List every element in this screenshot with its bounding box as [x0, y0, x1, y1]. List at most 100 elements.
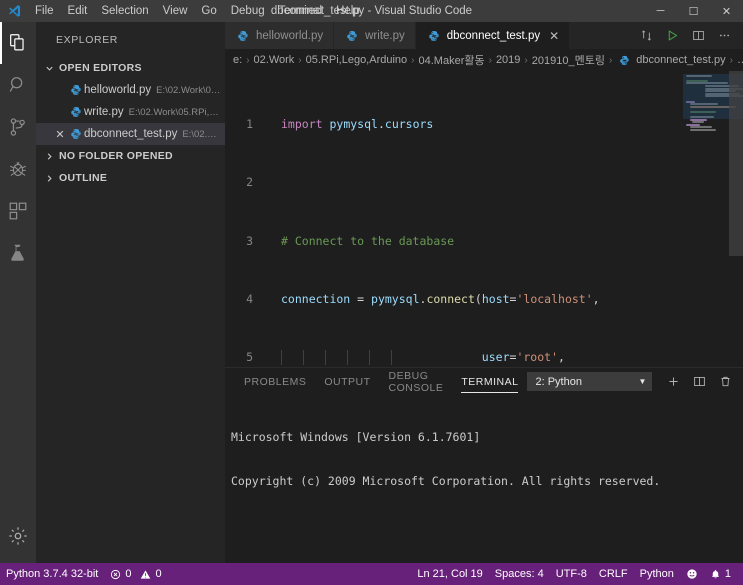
smiley-icon — [686, 568, 698, 580]
status-feedback[interactable] — [680, 563, 704, 585]
section-outline[interactable]: OUTLINE — [36, 167, 225, 189]
close-window-button[interactable]: ✕ — [710, 0, 743, 22]
menu-debug[interactable]: Debug — [224, 0, 272, 22]
python-file-icon — [235, 30, 251, 42]
activity-source-control-icon[interactable] — [0, 106, 36, 148]
panel-actions: 2: Python ▼ — [527, 368, 743, 395]
window-controls[interactable]: ─ ☐ ✕ — [644, 0, 743, 22]
activity-debug-bug-icon[interactable] — [0, 148, 36, 190]
terminal-line: Microsoft Windows [Version 6.1.7601] — [231, 430, 481, 444]
breadcrumb-item[interactable]: 04.Maker활동 — [419, 52, 485, 68]
status-indentation[interactable]: Spaces: 4 — [489, 563, 550, 585]
status-python-version[interactable]: Python 3.7.4 32-bit — [0, 563, 104, 585]
code-line: 5 user='root', — [225, 350, 683, 365]
code-line: 2 — [225, 175, 683, 190]
code-line: 3 # Connect to the database — [225, 234, 683, 249]
code-editor[interactable]: 1 import pymysql.cursors 2 3 # Connect t… — [225, 71, 743, 367]
list-item[interactable]: ✕ dbconnect_test.py E:\02.Work\05…. — [36, 123, 225, 145]
breadcrumb-separator: › — [488, 54, 492, 66]
line-content: user='root', — [273, 350, 565, 365]
line-number: 1 — [246, 116, 253, 131]
split-editor-icon[interactable] — [685, 22, 711, 49]
title-bar: File Edit Selection View Go Debug Termin… — [0, 0, 743, 22]
trash-kill-icon[interactable] — [712, 368, 738, 395]
breadcrumb-item[interactable]: 02.Work — [254, 54, 295, 66]
menu-edit[interactable]: Edit — [61, 0, 95, 22]
menu-view[interactable]: View — [156, 0, 195, 22]
breadcrumb-item[interactable]: 05.RPi,Lego,Arduino — [306, 54, 408, 66]
section-open-editors[interactable]: OPEN EDITORS — [36, 57, 225, 79]
open-editor-name: dbconnect_test.py — [84, 128, 178, 140]
more-actions-icon[interactable] — [711, 22, 737, 49]
breadcrumb-item[interactable]: 201910_멘토링 — [532, 52, 605, 68]
maximize-button[interactable]: ☐ — [677, 0, 710, 22]
close-icon[interactable]: ✕ — [549, 29, 559, 43]
line-content: import pymysql.cursors — [281, 116, 434, 131]
chevron-right-icon — [44, 173, 55, 184]
breadcrumb[interactable]: e: › 02.Work › 05.RPi,Lego,Arduino › 04.… — [225, 49, 743, 71]
tab-helloworld[interactable]: helloworld.py — [225, 22, 335, 49]
chevron-down-icon — [44, 63, 55, 74]
status-encoding[interactable]: UTF-8 — [550, 563, 593, 585]
activity-extensions-icon[interactable] — [0, 190, 36, 232]
list-item[interactable]: helloworld.py E:\02.Work\05.RPi,Le… — [36, 79, 225, 101]
tab-label: dbconnect_test.py — [446, 29, 541, 42]
section-no-folder-label: NO FOLDER OPENED — [59, 150, 173, 162]
menu-selection[interactable]: Selection — [94, 0, 155, 22]
tab-dbconnect-test[interactable]: dbconnect_test.py ✕ — [415, 22, 571, 49]
line-number: 3 — [246, 233, 253, 248]
editor-vertical-scrollbar[interactable] — [729, 71, 743, 367]
status-eol[interactable]: CRLF — [593, 563, 634, 585]
split-sync-icon[interactable] — [633, 22, 659, 49]
python-file-icon — [68, 106, 84, 118]
status-cursor-position[interactable]: Ln 21, Col 19 — [411, 563, 488, 585]
tab-debug-console[interactable]: DEBUG CONSOLE — [380, 368, 453, 395]
tab-write[interactable]: write.py — [334, 22, 416, 49]
new-terminal-plus-icon[interactable] — [660, 368, 686, 395]
menu-go[interactable]: Go — [194, 0, 223, 22]
activity-search-icon[interactable] — [0, 64, 36, 106]
menu-bar[interactable]: File Edit Selection View Go Debug Termin… — [28, 0, 367, 22]
menu-terminal[interactable]: Terminal — [272, 0, 329, 22]
activity-test-beaker-icon[interactable] — [0, 232, 36, 274]
status-bar-left: Python 3.7.4 32-bit 0 0 — [0, 563, 168, 585]
tab-problems[interactable]: PROBLEMS — [235, 368, 315, 395]
editor-actions — [633, 22, 743, 49]
split-terminal-icon[interactable] — [686, 368, 712, 395]
activity-files-explorer-icon[interactable] — [0, 22, 36, 64]
run-play-icon[interactable] — [659, 22, 685, 49]
section-no-folder-opened[interactable]: NO FOLDER OPENED — [36, 145, 225, 167]
status-problems[interactable]: 0 0 — [104, 563, 167, 585]
terminal-output[interactable]: Microsoft Windows [Version 6.1.7601] Cop… — [225, 395, 743, 563]
editor-tabs-bar: helloworld.py write.py dbconnect_test.py — [225, 22, 743, 49]
list-item[interactable]: write.py E:\02.Work\05.RPi,Lego,Ar… — [36, 101, 225, 123]
python-file-icon — [68, 84, 84, 96]
tab-label: write.py — [365, 29, 405, 42]
breadcrumb-item[interactable]: dbconnect_test.py — [636, 54, 725, 66]
code-line: 1 import pymysql.cursors — [225, 117, 683, 132]
open-editor-path: E:\02.Work\05.RPi,Lego,Ar… — [128, 106, 221, 118]
terminal-selector-dropdown[interactable]: 2: Python ▼ — [527, 372, 653, 391]
status-python-version-label: Python 3.7.4 32-bit — [6, 568, 99, 580]
tab-terminal[interactable]: TERMINAL — [452, 368, 527, 395]
status-language-mode[interactable]: Python — [634, 563, 680, 585]
menu-help[interactable]: Help — [329, 0, 367, 22]
breadcrumb-separator: › — [524, 54, 528, 66]
close-icon[interactable]: ✕ — [52, 128, 68, 141]
bell-icon — [710, 569, 721, 580]
activity-bar — [0, 22, 36, 563]
status-notifications[interactable]: 1 — [704, 563, 737, 585]
sidebar-explorer: EXPLORER OPEN EDITORS helloworld.py E:\0 — [36, 22, 225, 563]
tab-output[interactable]: OUTPUT — [315, 368, 379, 395]
editor-group: helloworld.py write.py dbconnect_test.py — [225, 22, 743, 563]
minimize-button[interactable]: ─ — [644, 0, 677, 22]
breadcrumb-item[interactable]: e: — [233, 54, 242, 66]
line-number: 5 — [246, 350, 253, 365]
status-bar: Python 3.7.4 32-bit 0 0 Ln 21, Col 19 Sp… — [0, 563, 743, 585]
chevron-up-icon[interactable] — [738, 368, 743, 395]
activity-gear-icon[interactable] — [0, 515, 36, 557]
menu-file[interactable]: File — [28, 0, 61, 22]
breadcrumb-overflow[interactable]: … — [737, 54, 743, 66]
breadcrumb-item[interactable]: 2019 — [496, 54, 520, 66]
code-scroll-region[interactable]: 1 import pymysql.cursors 2 3 # Connect t… — [225, 71, 683, 367]
